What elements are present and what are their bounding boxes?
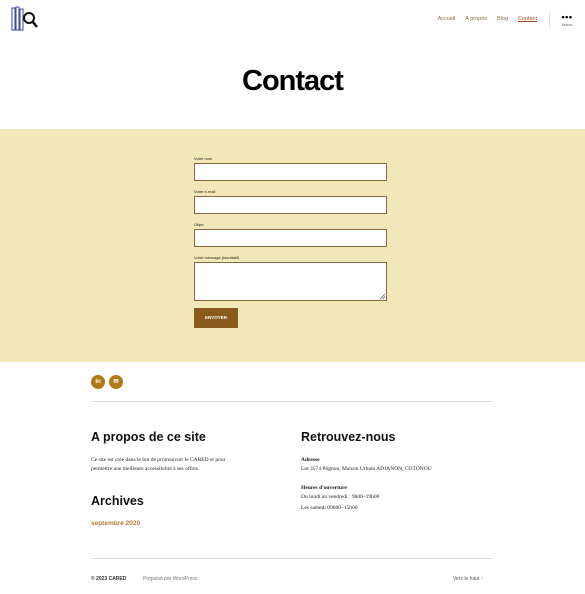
subject-label: Objet xyxy=(194,222,204,227)
about-text-line2: permettre une meilleure accessibilité à … xyxy=(91,466,200,472)
powered-by-link[interactable]: Propulsé par WordPress xyxy=(143,576,197,582)
message-label: Votre message (facultatif) xyxy=(194,255,240,260)
about-title: A propos de ce site xyxy=(91,430,206,444)
menu-label: Menu xyxy=(561,22,572,27)
copyright-text[interactable]: © 2023 CARED xyxy=(91,576,126,582)
resize-grip-icon[interactable] xyxy=(379,293,385,299)
submit-button[interactable]: ENVOYER xyxy=(194,308,238,328)
primary-nav: Accueil A propos Blog Contact xyxy=(438,16,537,22)
nav-item-a-propos[interactable]: A propos xyxy=(465,16,487,22)
footer-divider-top xyxy=(91,401,492,402)
header-divider xyxy=(549,13,550,27)
magnifier-books-logo-icon[interactable] xyxy=(11,6,39,32)
find-us-title: Retrouvez-nous xyxy=(301,430,396,444)
hours-label: Heures d'ouverture xyxy=(301,485,347,491)
address-label: Adresse xyxy=(301,457,320,463)
hours-saturday: Les samedi 09h00–15h00 xyxy=(301,505,358,511)
about-text-line1: Ce site est créé dans le but de promouvo… xyxy=(91,457,226,463)
menu-button[interactable]: ••• Menu xyxy=(558,12,576,34)
archives-title: Archives xyxy=(91,494,144,508)
site-header: Accueil A propos Blog Contact ••• Menu xyxy=(0,0,585,40)
mail-icon[interactable]: ✉ xyxy=(109,375,123,389)
email-label: Votre e-mail xyxy=(194,189,216,194)
footer-divider-bottom xyxy=(91,558,492,559)
nav-item-contact[interactable]: Contact xyxy=(518,16,537,22)
archive-link-septembre-2020[interactable]: septembre 2020 xyxy=(91,520,140,527)
address-value: Lot 3574 Pôgnon, Maison Urbain ADJANON, … xyxy=(301,466,432,472)
message-textarea[interactable] xyxy=(194,262,387,301)
ellipsis-icon: ••• xyxy=(561,12,573,22)
page-title: Contact xyxy=(242,65,344,97)
nav-item-accueil[interactable]: Accueil xyxy=(438,16,456,22)
subject-field[interactable] xyxy=(194,229,387,247)
back-to-top-link[interactable]: Vers le haut ↑ xyxy=(453,576,483,582)
linkedin-icon[interactable]: in xyxy=(91,375,105,389)
name-label: Votre nom xyxy=(194,156,213,161)
name-field[interactable] xyxy=(194,163,387,181)
email-field[interactable] xyxy=(194,196,387,214)
nav-item-blog[interactable]: Blog xyxy=(497,16,508,22)
hours-weekdays: Du lundi au vendredi : 9h00–19h00 xyxy=(301,494,380,500)
